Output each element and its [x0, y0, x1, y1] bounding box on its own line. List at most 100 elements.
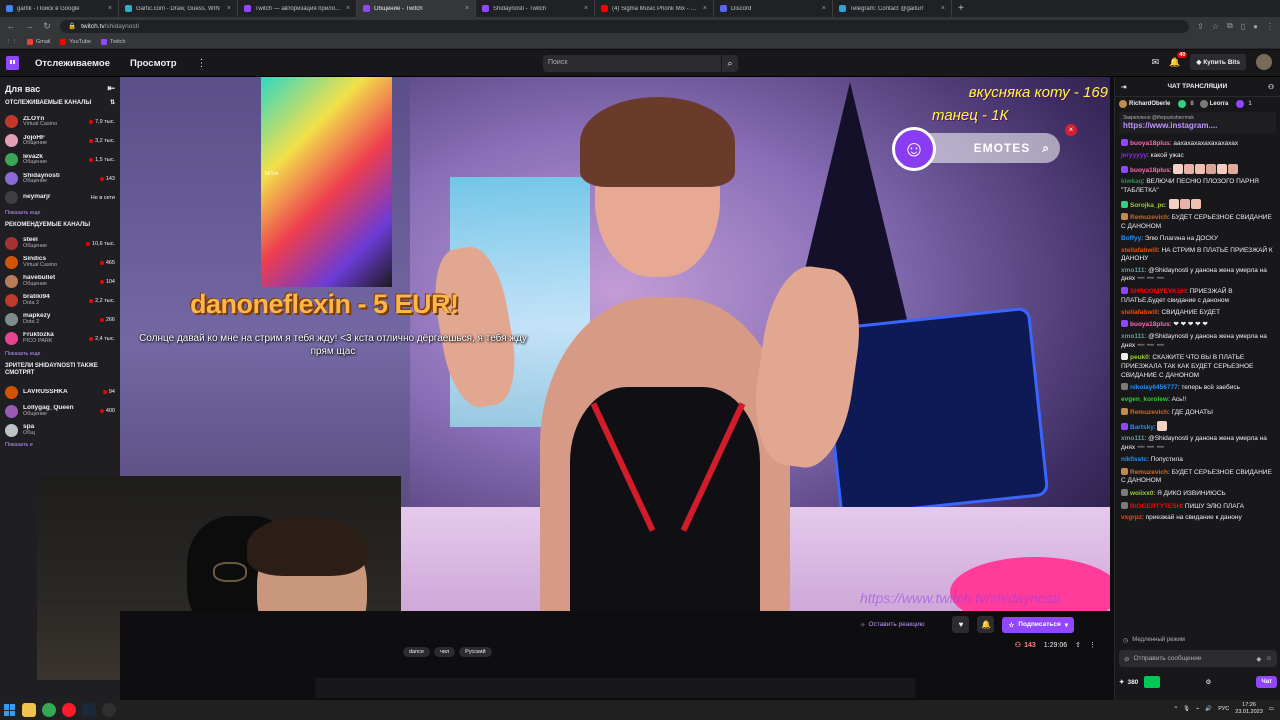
browser-tab[interactable]: Общение - Twitch × [357, 0, 476, 17]
chat-username[interactable]: peuk0 [1130, 354, 1149, 361]
twitch-logo-icon[interactable] [6, 56, 19, 70]
notifications-center-icon[interactable]: ▭ [1269, 706, 1274, 712]
opera-icon[interactable] [62, 703, 76, 717]
obs-icon[interactable] [102, 703, 116, 717]
chat-username[interactable]: woiixx0 [1130, 490, 1153, 497]
microphone-icon[interactable]: 🎙 [1183, 706, 1190, 712]
chat-username[interactable]: Remuzevich [1130, 214, 1168, 221]
bits-cheer-icon[interactable]: ◆ [1256, 655, 1261, 663]
chat-username[interactable]: kiwkaq [1121, 178, 1143, 185]
stream-tag[interactable]: Русский [459, 647, 492, 657]
sidebar-channel[interactable]: mapkezy Dota 2 266 [5, 311, 115, 329]
star-icon[interactable]: ☆ [1212, 22, 1219, 31]
nav-following[interactable]: Отслеживаемое [35, 58, 110, 69]
channel-points[interactable]: ✦ 380 [1119, 678, 1138, 687]
collapse-chat-icon[interactable]: ⇥ [1121, 83, 1126, 91]
input-language[interactable]: РУС [1218, 706, 1229, 712]
tab-close-icon[interactable]: × [584, 5, 588, 12]
browser-tab[interactable]: Discord × [714, 0, 833, 17]
chat-username[interactable]: stellafabwill [1121, 247, 1158, 254]
sidebar-channel[interactable]: neymarjr Не в сети [5, 189, 115, 207]
address-bar[interactable]: 🔒 twitch.tv/shidaynosti [60, 19, 1190, 33]
chat-username[interactable]: Sorojka_pc [1130, 202, 1165, 209]
sidebar-channel[interactable]: Fruktozka PICO PARK 2,4 тыс. [5, 330, 115, 348]
sidepanel-icon[interactable]: ▯ [1241, 22, 1245, 31]
search-input[interactable]: Поиск [543, 55, 721, 72]
apps-grid-icon[interactable]: ⋮⋮ [6, 39, 17, 45]
steam-icon[interactable] [82, 703, 96, 717]
sidebar-channel[interactable]: havebullet Общение 104 [5, 273, 115, 291]
new-tab-icon[interactable]: + [952, 3, 970, 14]
chat-username[interactable]: buoya18plus [1130, 321, 1170, 328]
chat-username[interactable]: buoya18plus [1130, 167, 1170, 174]
collapse-sidebar-icon[interactable]: ⇤ [107, 83, 115, 94]
more-options-icon[interactable]: ⋮ [1089, 641, 1096, 649]
more-icon[interactable]: ⋮ [197, 58, 207, 69]
reload-icon[interactable]: ↻ [42, 21, 52, 32]
tab-close-icon[interactable]: × [703, 5, 707, 12]
browser-tab[interactable]: Twitch — авторизация приложе × [238, 0, 357, 17]
chat-username[interactable]: SHROOMYEVKSH [1130, 288, 1186, 295]
sidebar-channel[interactable]: ZLOYn Virtual Casino 7,9 тыс. [5, 113, 115, 131]
sidebar-channel[interactable]: bratiki94 Dota 2 2,2 тыс. [5, 292, 115, 310]
top-gifter[interactable]: 8 [1178, 99, 1194, 108]
emotes-search-icon[interactable]: ⌕ [1042, 141, 1050, 156]
chat-username[interactable]: buoya18plus [1130, 140, 1170, 147]
forward-icon[interactable]: → [24, 21, 34, 31]
sidebar-channel[interactable]: JojoHF Общение 3,2 тыс. [5, 132, 115, 150]
profile-icon[interactable]: ● [1253, 22, 1258, 31]
chat-username[interactable]: stellafabwill [1121, 309, 1158, 316]
top-gifter[interactable]: 1 [1236, 99, 1252, 108]
bookmark-item[interactable]: Twitch [101, 38, 126, 45]
share-stream-icon[interactable]: ⇪ [1075, 641, 1081, 649]
sort-icon[interactable]: ⇅ [110, 100, 115, 108]
emotes-smile-icon[interactable]: ☺ [892, 127, 936, 171]
browser-tab[interactable]: (4) Sigma Music Phonk Mix - You × [595, 0, 714, 17]
chat-username[interactable]: Remuzevich [1130, 409, 1168, 416]
back-icon[interactable]: ← [6, 21, 16, 31]
show-more-also-watch[interactable]: Показать е [5, 442, 115, 448]
tab-close-icon[interactable]: × [465, 5, 469, 12]
nav-browse[interactable]: Просмотр [130, 58, 177, 69]
chat-username[interactable]: Boffyy [1121, 235, 1141, 242]
inbox-icon[interactable]: ✉ [1152, 57, 1160, 68]
tab-close-icon[interactable]: × [941, 5, 945, 12]
chat-username[interactable]: nikolay6456777 [1130, 384, 1178, 391]
chrome-icon[interactable] [42, 703, 56, 717]
chat-username[interactable]: xmo111 [1121, 333, 1145, 340]
windows-start-icon[interactable] [4, 704, 16, 716]
system-clock[interactable]: 17:26 23.01.2023 [1235, 702, 1263, 715]
menu-icon[interactable]: ⋮ [1266, 22, 1274, 31]
show-more-followed[interactable]: Показать еще [5, 210, 115, 216]
bookmark-item[interactable]: YouTube [60, 38, 91, 45]
sidebar-channel[interactable]: Shidaynosti Общение 143 [5, 170, 115, 188]
sidebar-channel[interactable]: steel Общение 10,6 тыс. [5, 235, 115, 253]
chat-send-button[interactable]: Чат [1256, 676, 1277, 688]
sidebar-channel[interactable]: spa Общ [5, 421, 115, 439]
follow-heart-button[interactable]: ♥ [952, 616, 970, 633]
stream-tag[interactable]: чил [434, 647, 456, 657]
top-gifter[interactable]: RichardOberle [1119, 99, 1172, 108]
chat-settings-icon[interactable]: ⚙ [1205, 678, 1211, 686]
volume-icon[interactable]: 🔊 [1205, 706, 1212, 712]
sidebar-channel[interactable]: LAVRUSSHKA 94 [5, 383, 115, 401]
extensions-icon[interactable]: ⧉ [1227, 21, 1233, 31]
top-gifter[interactable]: Leorra [1199, 99, 1231, 108]
tab-close-icon[interactable]: × [227, 5, 231, 12]
chat-username[interactable]: jeryyyyy [1121, 152, 1147, 159]
tab-close-icon[interactable]: × [108, 5, 112, 12]
emote-picker-icon[interactable]: ☺ [1265, 655, 1272, 662]
notification-bell-button[interactable]: 🔔 [977, 616, 995, 633]
pinned-message[interactable]: Закреплено @thepunisherrmsk https://www.… [1119, 112, 1276, 133]
notifications-icon[interactable]: 🔔 40 [1169, 51, 1188, 68]
user-avatar[interactable] [1256, 54, 1272, 70]
chat-username[interactable]: nik0sstc [1121, 456, 1147, 463]
chat-input[interactable]: ⊘ Отправить сообщение ◆ ☺ [1119, 650, 1277, 667]
tab-close-icon[interactable]: × [822, 5, 826, 12]
chat-username[interactable]: vxgrpz [1121, 514, 1142, 521]
chat-username[interactable]: xmo111 [1121, 267, 1145, 274]
bookmark-item[interactable]: Gmail [27, 38, 50, 45]
sidebar-channel[interactable]: leva2k Общение 1,5 тыс. [5, 151, 115, 169]
emotes-close-icon[interactable]: × [1065, 124, 1077, 136]
tray-arrow-icon[interactable]: ^ [1175, 706, 1178, 712]
